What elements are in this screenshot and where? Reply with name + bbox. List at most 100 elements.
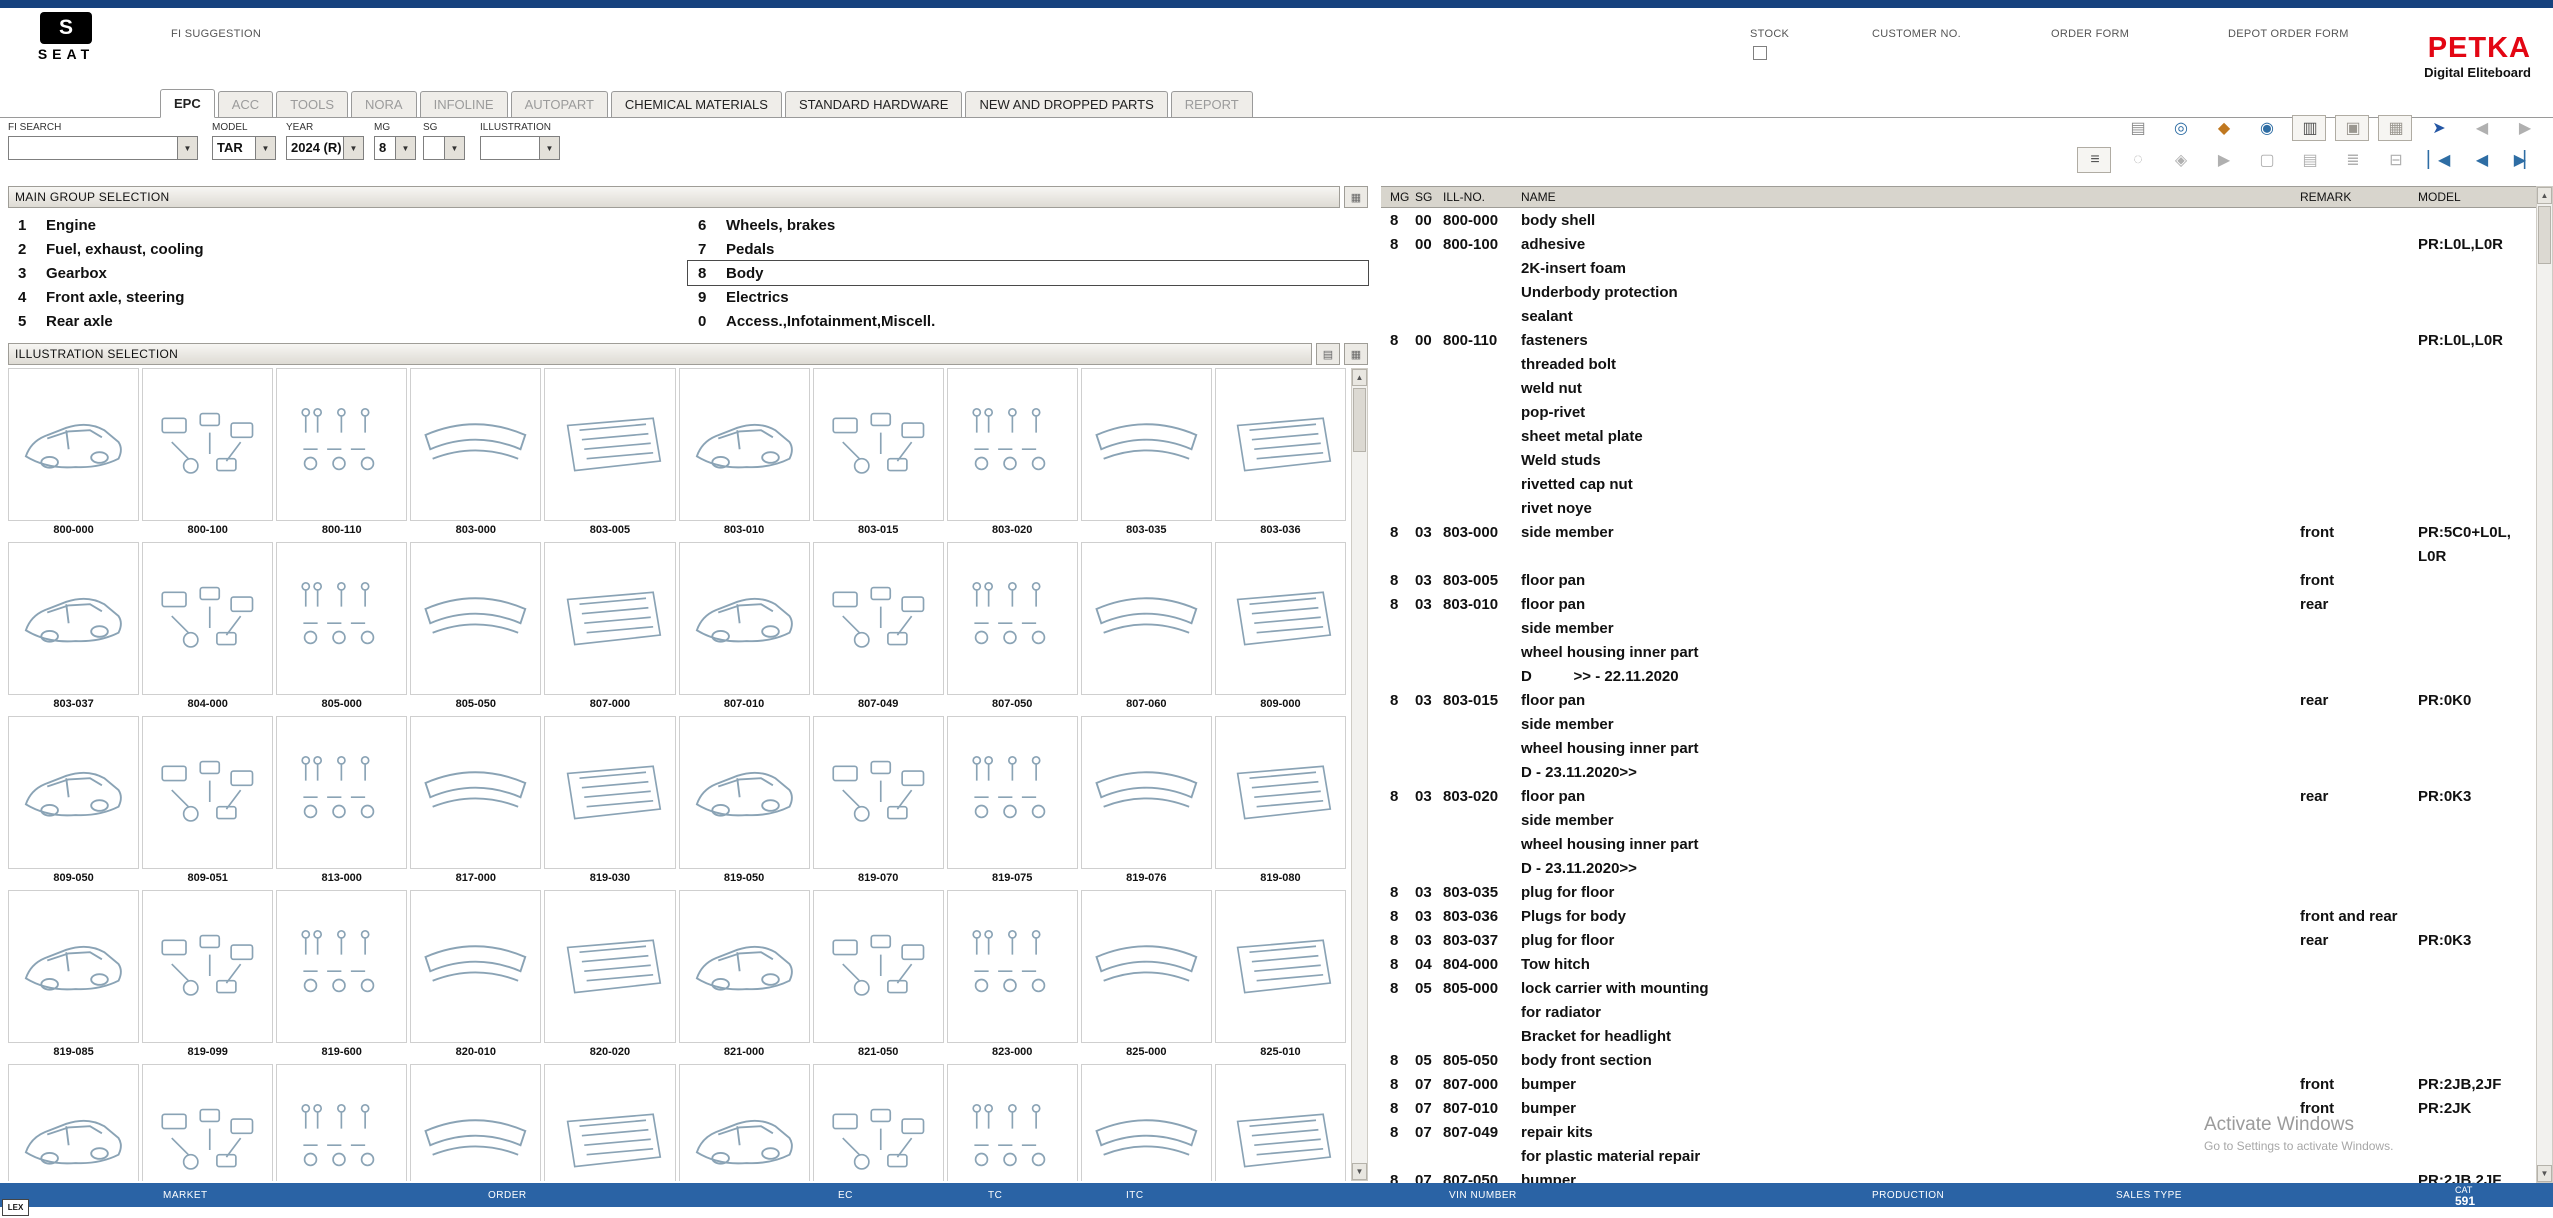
model-dropdown-icon[interactable]: ▼ <box>255 137 275 159</box>
illustration-thumb-803-036[interactable]: 803-036 <box>1215 368 1346 540</box>
illustration-thumb-800-000[interactable]: 800-000 <box>8 368 139 540</box>
illustration-thumb-820-010[interactable]: 820-010 <box>410 890 541 1062</box>
parts-row-800-100-line2[interactable]: Underbody protection <box>1381 280 2536 304</box>
illustration-thumb-809-000[interactable]: 809-000 <box>1215 542 1346 714</box>
split-view-button[interactable]: ▥ <box>2292 115 2326 141</box>
illustration-thumb-819-600[interactable]: 819-600 <box>276 890 407 1062</box>
parts-row-800-110-line2[interactable]: weld nut <box>1381 376 2536 400</box>
parts-row-803-010-line3[interactable]: D >> - 22.11.2020 <box>1381 664 2536 688</box>
illustration-grid-view-button[interactable]: ▦ <box>1344 343 1368 365</box>
mg-dropdown-icon[interactable]: ▼ <box>395 137 415 159</box>
illustration-thumb-817-000[interactable]: 817-000 <box>410 716 541 888</box>
illustration-thumb-819-099[interactable]: 819-099 <box>142 890 273 1062</box>
parts-row-803-020-line1[interactable]: side member <box>1381 808 2536 832</box>
pin-button[interactable]: ➤ <box>2421 115 2455 141</box>
scroll-down-icon[interactable]: ▼ <box>1352 1163 1367 1180</box>
illustration-thumb-819-076[interactable]: 819-076 <box>1081 716 1212 888</box>
parts-row-805-000[interactable]: 805805-000lock carrier with mounting <box>1381 976 2536 1000</box>
illustration-thumb[interactable] <box>679 1064 810 1181</box>
parts-row-807-000[interactable]: 807807-000bumperfrontPR:2JB,2JF <box>1381 1072 2536 1096</box>
main-group-item-6[interactable]: 6Wheels, brakes <box>688 213 1368 237</box>
illustration-thumb-804-000[interactable]: 804-000 <box>142 542 273 714</box>
parts-row-803-035[interactable]: 803803-035plug for floor <box>1381 880 2536 904</box>
mg-select[interactable]: 8 ▼ <box>374 136 416 160</box>
list-view-button[interactable]: ≡ <box>2077 147 2111 173</box>
parts-row-800-110-line3[interactable]: pop-rivet <box>1381 400 2536 424</box>
parts-row-803-015-line1[interactable]: side member <box>1381 712 2536 736</box>
tab-report[interactable]: REPORT <box>1171 91 1253 117</box>
sg-dropdown-icon[interactable]: ▼ <box>444 137 464 159</box>
zoom-search-button[interactable]: ◎ <box>2163 115 2197 141</box>
illustration-thumb[interactable] <box>8 1064 139 1181</box>
illustration-thumb-819-070[interactable]: 819-070 <box>813 716 944 888</box>
illustration-thumb-809-050[interactable]: 809-050 <box>8 716 139 888</box>
illustration-thumb-807-049[interactable]: 807-049 <box>813 542 944 714</box>
parts-row-803-036[interactable]: 803803-036Plugs for bodyfront and rear <box>1381 904 2536 928</box>
parts-row-803-000-line1[interactable]: L0R <box>1381 544 2536 568</box>
parts-row-800-100-line3[interactable]: sealant <box>1381 304 2536 328</box>
parts-row-800-110-line7[interactable]: rivet noye <box>1381 496 2536 520</box>
illustration-thumb[interactable] <box>947 1064 1078 1181</box>
parts-row-800-100-line1[interactable]: 2K-insert foam <box>1381 256 2536 280</box>
parts-row-805-000-line1[interactable]: for radiator <box>1381 1000 2536 1024</box>
illustration-thumb[interactable] <box>410 1064 541 1181</box>
parts-row-800-110-line1[interactable]: threaded bolt <box>1381 352 2536 376</box>
parts-row-803-010[interactable]: 803803-010floor panrear <box>1381 592 2536 616</box>
nav-prev-button[interactable]: ◀ <box>2464 147 2498 173</box>
illustration-thumb[interactable] <box>142 1064 273 1181</box>
parts-row-800-110-line4[interactable]: sheet metal plate <box>1381 424 2536 448</box>
fi-search-dropdown-icon[interactable]: ▼ <box>177 137 197 159</box>
tab-infoline[interactable]: INFOLINE <box>420 91 508 117</box>
illustration-thumb-813-000[interactable]: 813-000 <box>276 716 407 888</box>
illustration-dropdown-icon[interactable]: ▼ <box>539 137 559 159</box>
parts-row-803-020[interactable]: 803803-020floor panrearPR:0K3 <box>1381 784 2536 808</box>
illustration-thumb[interactable] <box>1215 1064 1346 1181</box>
illustration-thumb-809-051[interactable]: 809-051 <box>142 716 273 888</box>
illustration-thumb-821-050[interactable]: 821-050 <box>813 890 944 1062</box>
parts-row-803-015-line2[interactable]: wheel housing inner part <box>1381 736 2536 760</box>
illustration-thumb-803-035[interactable]: 803-035 <box>1081 368 1212 540</box>
tab-chemical-materials[interactable]: CHEMICAL MATERIALS <box>611 91 782 117</box>
parts-row-803-020-line3[interactable]: D - 23.11.2020>> <box>1381 856 2536 880</box>
illustration-thumb-805-050[interactable]: 805-050 <box>410 542 541 714</box>
stock-checkbox[interactable] <box>1753 46 1767 60</box>
nav-last-button[interactable]: ▶▏ <box>2507 147 2541 173</box>
illustration-thumb-807-010[interactable]: 807-010 <box>679 542 810 714</box>
sg-select[interactable]: ▼ <box>423 136 465 160</box>
illustration-thumb[interactable] <box>276 1064 407 1181</box>
scrollbar-thumb[interactable] <box>1353 388 1366 452</box>
tab-tools[interactable]: TOOLS <box>276 91 348 117</box>
illustration-thumb-821-000[interactable]: 821-000 <box>679 890 810 1062</box>
parts-row-803-010-line2[interactable]: wheel housing inner part <box>1381 640 2536 664</box>
tab-nora[interactable]: NORA <box>351 91 417 117</box>
main-group-item-5[interactable]: 5Rear axle <box>8 309 688 333</box>
parts-row-800-100[interactable]: 800800-100adhesivePR:L0L,L0R <box>1381 232 2536 256</box>
parts-row-805-050[interactable]: 805805-050body front section <box>1381 1048 2536 1072</box>
nav-first-button[interactable]: ▏◀ <box>2421 147 2455 173</box>
illustration-thumb[interactable] <box>544 1064 675 1181</box>
magnifier-button[interactable]: ◉ <box>2249 115 2283 141</box>
parts-row-800-000[interactable]: 800800-000body shell <box>1381 208 2536 232</box>
illustration-thumb-819-085[interactable]: 819-085 <box>8 890 139 1062</box>
illustration-thumb-820-020[interactable]: 820-020 <box>544 890 675 1062</box>
parts-row-803-015-line3[interactable]: D - 23.11.2020>> <box>1381 760 2536 784</box>
parts-row-800-110-line5[interactable]: Weld studs <box>1381 448 2536 472</box>
main-group-item-1[interactable]: 1Engine <box>8 213 688 237</box>
illustration-thumb-803-015[interactable]: 803-015 <box>813 368 944 540</box>
illustration-thumb-805-000[interactable]: 805-000 <box>276 542 407 714</box>
parts-row-803-015[interactable]: 803803-015floor panrearPR:0K0 <box>1381 688 2536 712</box>
scroll-down-icon[interactable]: ▼ <box>2537 1165 2552 1182</box>
illustration-thumb-807-060[interactable]: 807-060 <box>1081 542 1212 714</box>
parts-row-803-037[interactable]: 803803-037plug for floorrearPR:0K3 <box>1381 928 2536 952</box>
parts-row-807-050[interactable]: 807807-050bumperPR:2JB,2JF <box>1381 1168 2536 1183</box>
illustration-thumb-803-000[interactable]: 803-000 <box>410 368 541 540</box>
illustration-thumb-819-030[interactable]: 819-030 <box>544 716 675 888</box>
parts-row-800-110-line6[interactable]: rivetted cap nut <box>1381 472 2536 496</box>
print-button[interactable]: ▤ <box>2120 115 2154 141</box>
illustration-thumb-803-010[interactable]: 803-010 <box>679 368 810 540</box>
order-form-label[interactable]: ORDER FORM <box>2051 28 2129 40</box>
illustration-thumb-819-080[interactable]: 819-080 <box>1215 716 1346 888</box>
main-group-item-2[interactable]: 2Fuel, exhaust, cooling <box>8 237 688 261</box>
tab-epc[interactable]: EPC <box>160 89 215 118</box>
illustration-list-view-button[interactable]: ▤ <box>1316 343 1340 365</box>
